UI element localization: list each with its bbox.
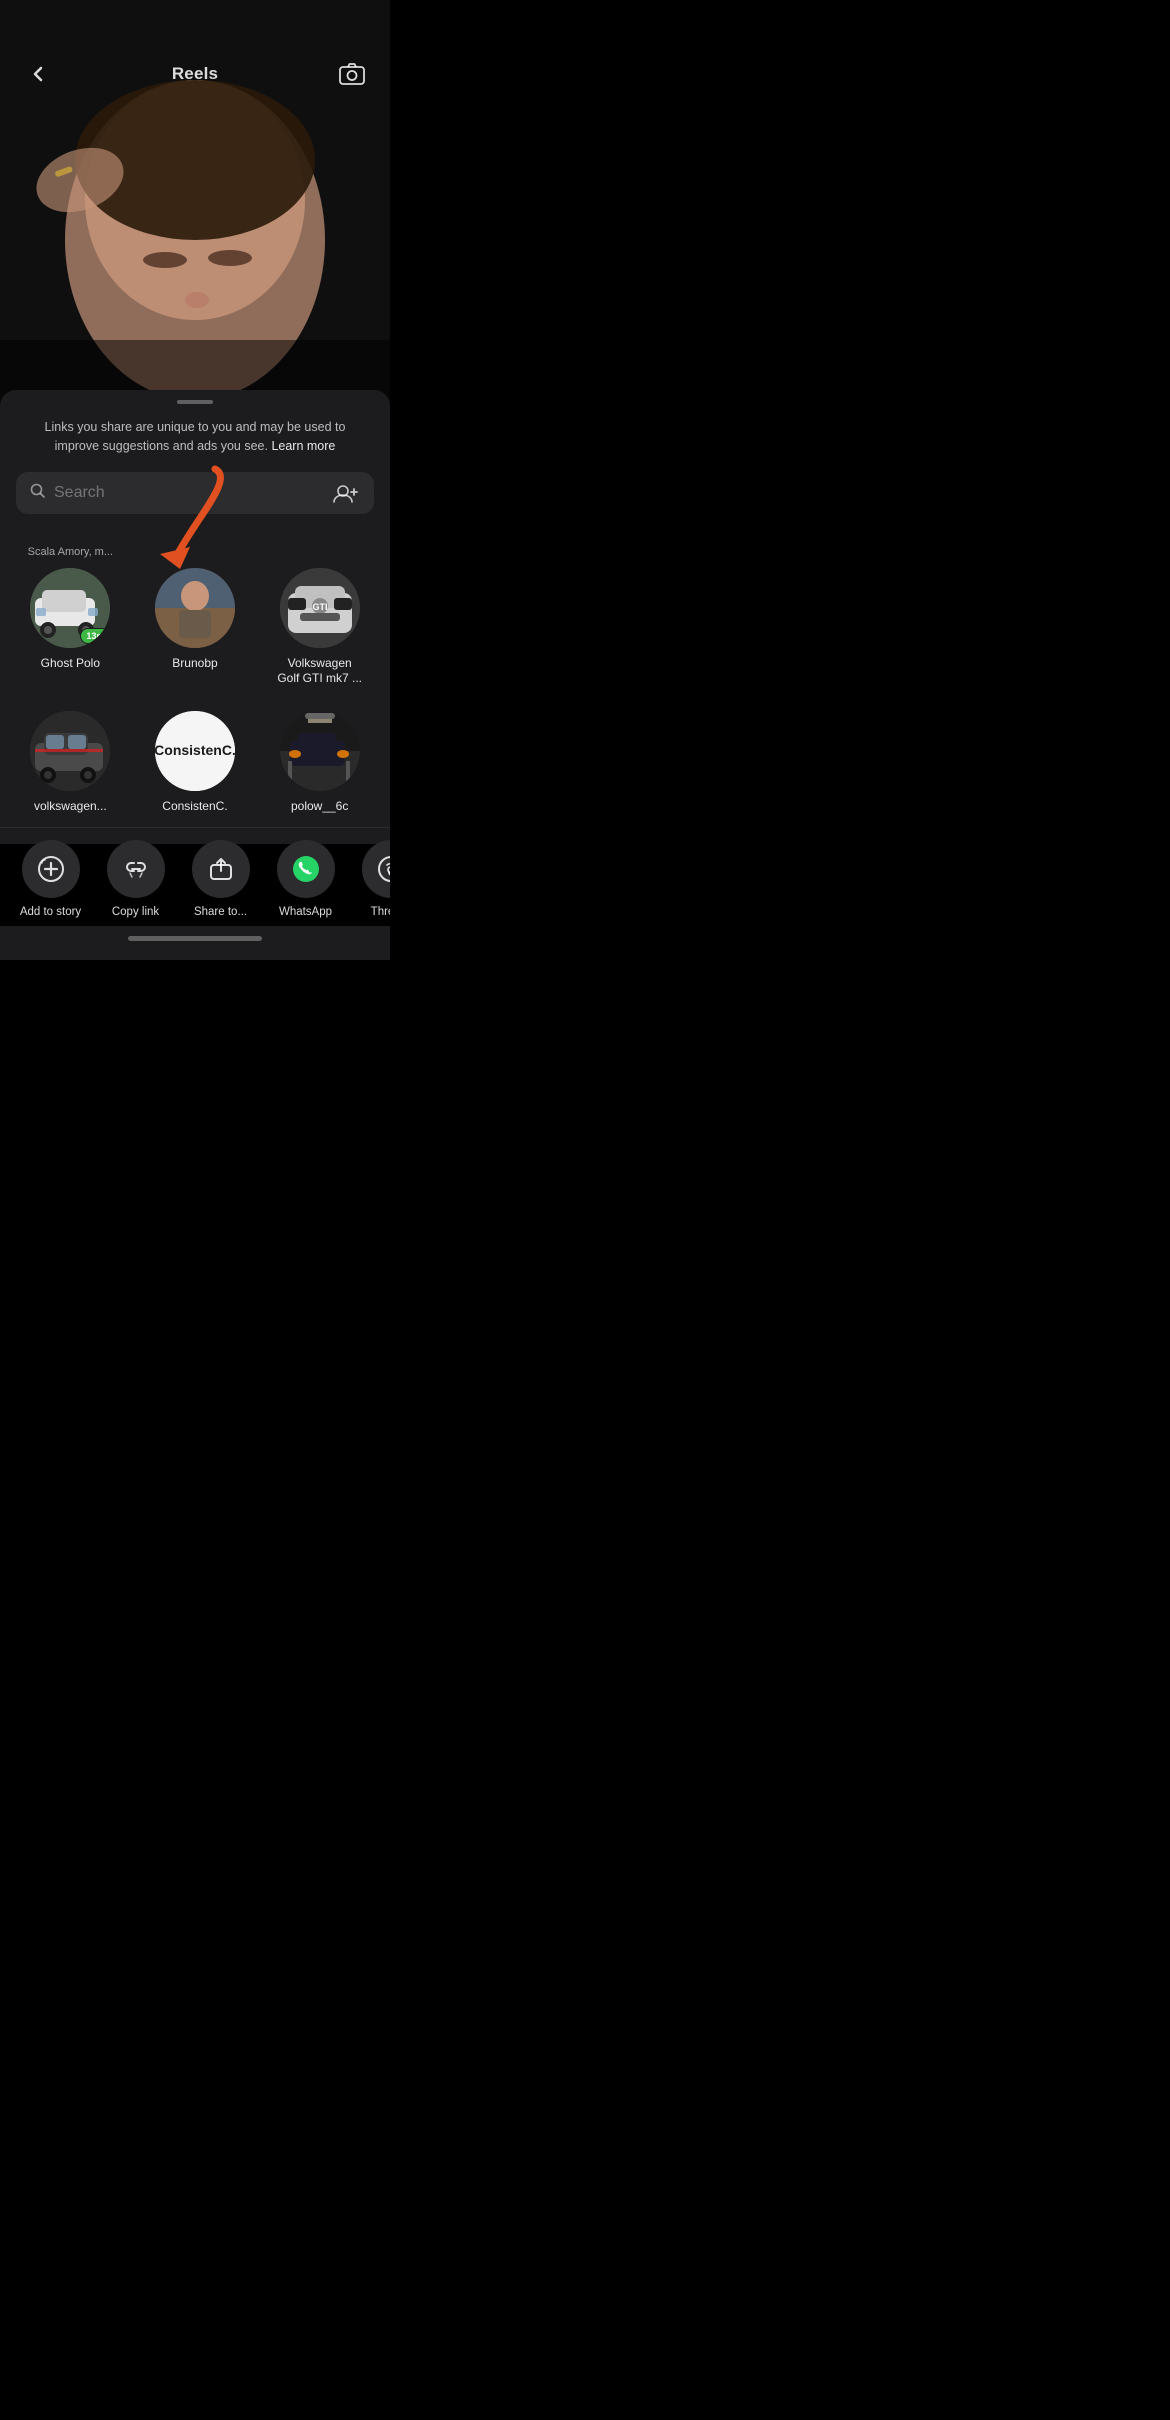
page-title: Reels [172, 64, 218, 84]
share-copy-link[interactable]: Copy link [93, 840, 178, 918]
whatsapp-icon [277, 840, 335, 898]
share-whatsapp[interactable]: WhatsApp [263, 840, 348, 918]
contact-polow6c[interactable]: polow__6c [257, 701, 382, 827]
contact-consistenc[interactable]: ConsistenC. ConsistenC. [133, 701, 258, 827]
contact-name-polow6c: polow__6c [291, 799, 348, 813]
search-bar [16, 472, 374, 514]
contact-avatar-consistenc: ConsistenC. [155, 711, 235, 791]
top-navigation: Reels [0, 0, 390, 104]
home-indicator [0, 926, 390, 960]
camera-button[interactable] [334, 56, 370, 92]
svg-text:ConsistenC.: ConsistenC. [155, 742, 235, 758]
share-label-share-to: Share to... [194, 906, 247, 918]
contact-vw-gti[interactable]: GTI VolkswagenGolf GTI mk7 ... [257, 558, 382, 701]
share-label-copy-link: Copy link [112, 906, 159, 918]
partial-item-1: Scala Amory, m... [8, 546, 133, 558]
home-bar [128, 936, 262, 941]
partial-contacts-row: Scala Amory, m... [0, 530, 390, 558]
contact-avatar-vw-gti: GTI [280, 568, 360, 648]
contact-name-consistenc: ConsistenC. [162, 799, 227, 813]
contact-ghost-polo[interactable]: 13m Ghost Polo [8, 558, 133, 701]
copy-link-icon [107, 840, 165, 898]
share-bottom-sheet: Links you share are unique to you and ma… [0, 390, 390, 844]
contacts-grid: 13m Ghost Polo Brunobp [0, 558, 390, 827]
add-story-icon [22, 840, 80, 898]
share-label-add-to-story: Add to story [20, 906, 81, 918]
contact-avatar-brunobp [155, 568, 235, 648]
contact-volkswagen[interactable]: volkswagen... [8, 701, 133, 827]
contact-avatar-polow6c [280, 711, 360, 791]
partial-name-1: Scala Amory, m... [28, 546, 113, 558]
contact-brunobp[interactable]: Brunobp [133, 558, 258, 701]
share-add-to-story[interactable]: Add to story [8, 840, 93, 918]
contact-name-brunobp: Brunobp [172, 656, 217, 670]
contact-avatar-ghost-polo: 13m [30, 568, 110, 648]
contact-name-vw-gti: VolkswagenGolf GTI mk7 ... [277, 656, 362, 687]
search-icon [30, 483, 46, 503]
add-contact-button[interactable] [332, 482, 360, 504]
time-badge-ghost-polo: 13m [80, 628, 110, 644]
handle-bar [177, 400, 213, 404]
threads-icon [362, 840, 391, 898]
share-threads[interactable]: Threa... [348, 840, 390, 918]
learn-more-link[interactable]: Learn more [271, 439, 335, 453]
contact-name-ghost-polo: Ghost Polo [41, 656, 100, 670]
contact-avatar-volkswagen [30, 711, 110, 791]
share-label-threads: Threa... [371, 906, 390, 918]
share-label-whatsapp: WhatsApp [279, 906, 332, 918]
back-button[interactable] [20, 56, 56, 92]
sheet-handle [0, 390, 390, 410]
search-input[interactable] [54, 484, 324, 502]
info-text: Links you share are unique to you and ma… [0, 410, 390, 472]
search-container [16, 472, 374, 514]
share-actions-row: Add to story Copy link Sha [0, 827, 390, 926]
contact-name-volkswagen: volkswagen... [34, 799, 107, 813]
svg-text:GTI: GTI [312, 602, 327, 612]
share-share-to[interactable]: Share to... [178, 840, 263, 918]
share-to-icon [192, 840, 250, 898]
